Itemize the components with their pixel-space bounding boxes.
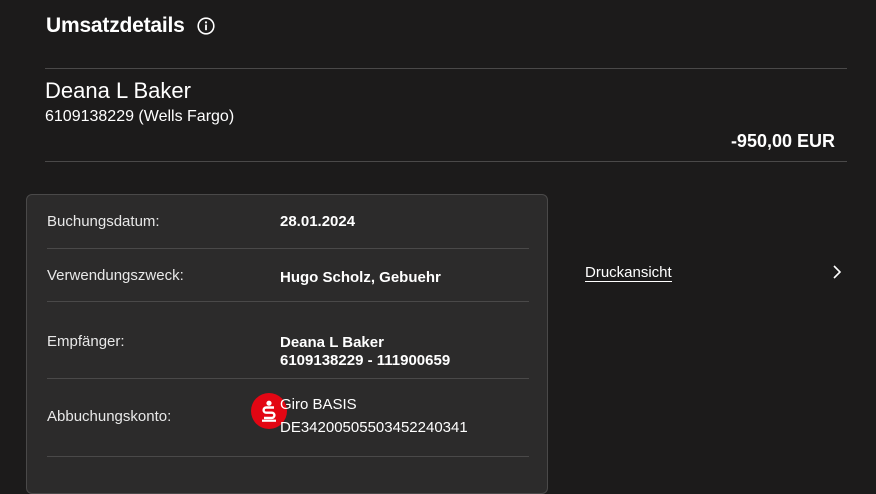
row-divider: [47, 301, 529, 302]
print-view-link[interactable]: Druckansicht: [585, 264, 672, 282]
chevron-right-icon[interactable]: [830, 263, 844, 281]
page-title: Umsatzdetails: [46, 14, 185, 37]
row-divider: [47, 248, 529, 249]
divider: [45, 68, 847, 69]
purpose-value: Hugo Scholz, Gebuehr: [280, 269, 441, 286]
transaction-amount: -950,00 EUR: [730, 131, 835, 151]
row-divider: [47, 456, 529, 457]
recipient-account: 6109138229 - 111900659: [280, 352, 451, 369]
recipient-name: Deana L Baker: [280, 334, 384, 351]
booking-date-label: Buchungsdatum:: [47, 213, 160, 230]
page-header: Umsatzdetails: [46, 14, 215, 38]
counterparty-account: 6109138229 (Wells Fargo): [45, 108, 235, 125]
debit-account-iban: DE34200505503452240341: [280, 419, 468, 436]
debit-account-label: Abbuchungskonto:: [47, 408, 172, 425]
info-icon[interactable]: [197, 17, 215, 35]
purpose-label: Verwendungszweck:: [47, 267, 184, 284]
recipient-label: Empfänger:: [47, 333, 125, 350]
counterparty-name: Deana L Baker: [45, 78, 191, 103]
row-divider: [47, 378, 529, 379]
transaction-details-card: Buchungsdatum: 28.01.2024 Verwendungszwe…: [26, 194, 548, 494]
debit-account-product: Giro BASIS: [280, 396, 357, 413]
booking-date-value: 28.01.2024: [280, 213, 356, 230]
divider: [45, 161, 847, 162]
